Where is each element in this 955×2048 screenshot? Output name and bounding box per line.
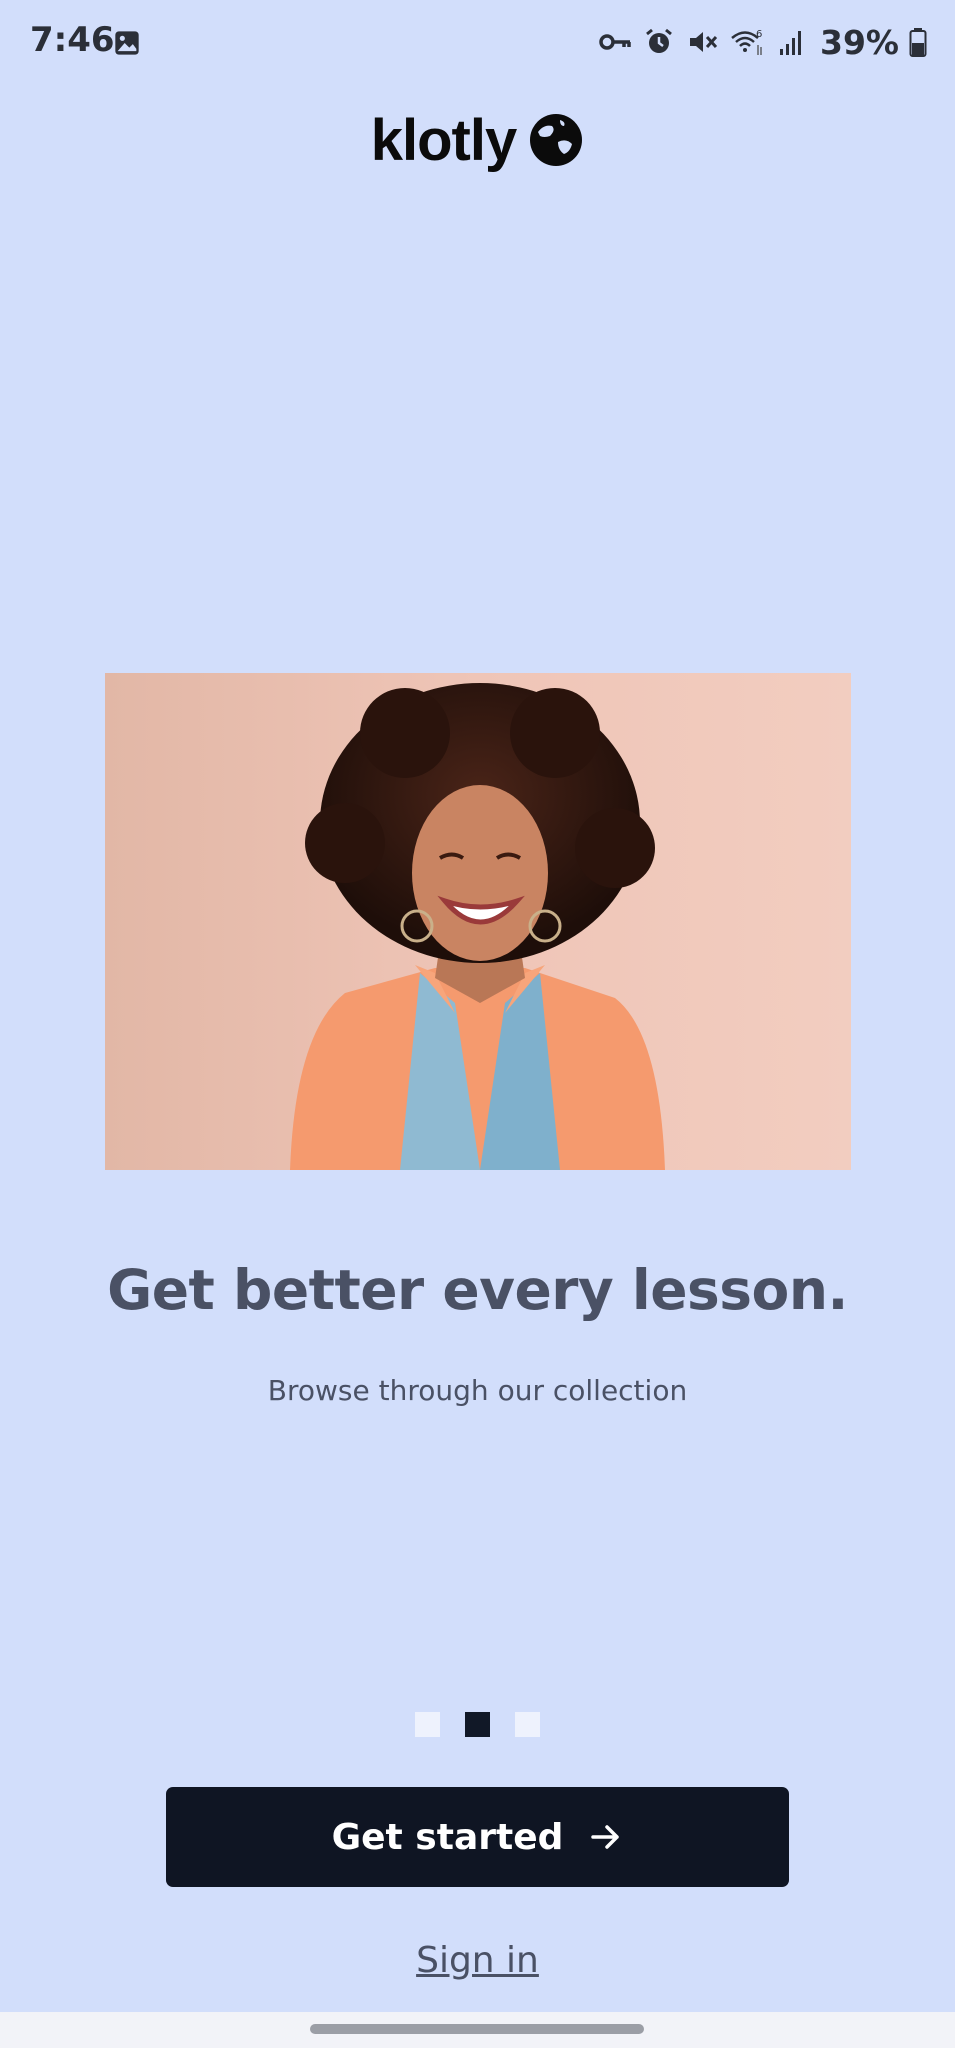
sign-in-container: Sign in — [0, 1940, 955, 1981]
mute-icon — [690, 32, 718, 52]
system-nav-bar — [0, 2012, 955, 2048]
battery-icon — [909, 28, 927, 57]
arrow-right-icon — [591, 1825, 620, 1849]
smiling-woman-photo — [290, 683, 665, 1170]
page-dot-1[interactable] — [415, 1712, 440, 1737]
wifi-6-icon: 6 — [731, 29, 762, 55]
battery-percent: 39% — [820, 22, 899, 62]
sign-in-link[interactable]: Sign in — [416, 1940, 539, 1981]
svg-text:6: 6 — [756, 29, 762, 40]
app-logo: klotly — [0, 100, 955, 180]
logo-text: klotly — [370, 107, 517, 173]
status-bar: 7:46 6 39% — [0, 0, 955, 86]
page-dot-2-active[interactable] — [465, 1712, 490, 1737]
get-started-button[interactable]: Get started — [166, 1787, 789, 1887]
hero-image — [105, 673, 851, 1170]
globe-icon — [530, 114, 583, 166]
onboarding-headline: Get better every lesson. — [107, 1258, 848, 1322]
status-icons: 6 39% — [598, 22, 927, 62]
vpn-key-icon — [599, 34, 631, 50]
get-started-label: Get started — [331, 1816, 564, 1858]
gallery-icon — [115, 31, 139, 55]
status-time: 7:46 — [30, 20, 115, 60]
pagination-dots — [0, 1712, 955, 1737]
signal-icon — [780, 31, 801, 55]
onboarding-subheadline: Browse through our collection — [267, 1374, 688, 1407]
page-dot-3[interactable] — [515, 1712, 540, 1737]
alarm-icon — [646, 28, 672, 53]
home-gesture-handle[interactable] — [310, 2024, 644, 2034]
